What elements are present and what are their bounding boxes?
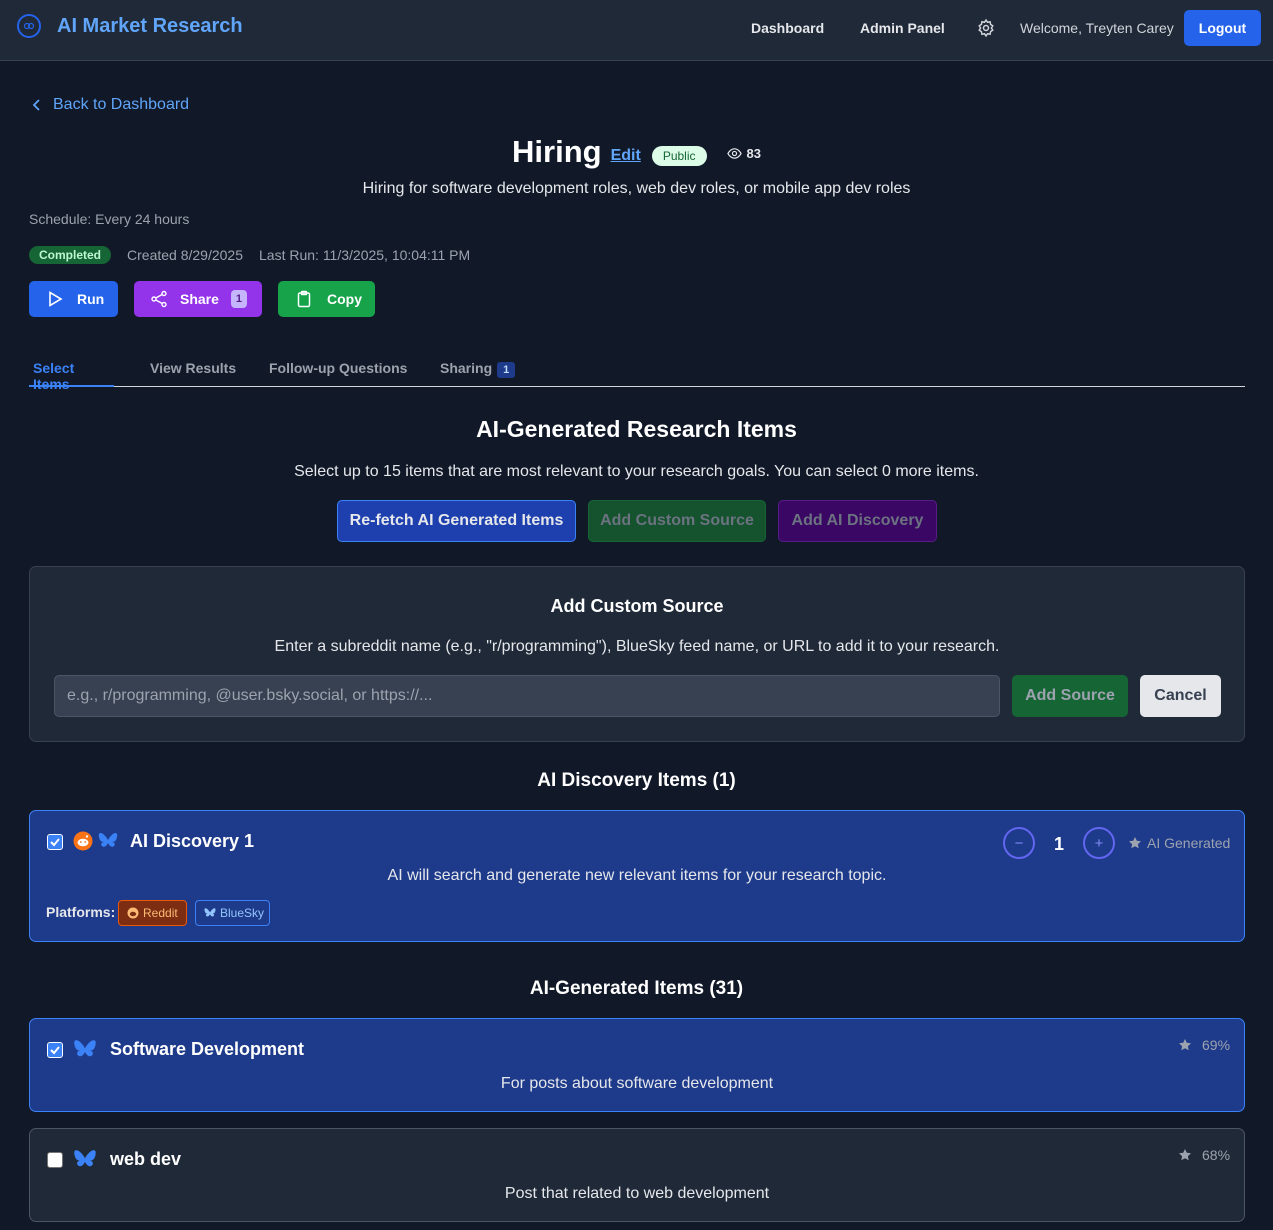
edit-link[interactable]: Edit — [611, 147, 641, 165]
brand[interactable]: AI Market Research — [17, 14, 243, 38]
ai-generated-label: AI Generated — [1147, 835, 1231, 851]
custom-source-title: Add Custom Source — [550, 596, 724, 616]
cancel-button[interactable]: Cancel — [1140, 675, 1221, 717]
share-button[interactable]: Share 1 — [134, 281, 262, 317]
created-date: Created 8/29/2025 — [127, 247, 243, 263]
item-checkbox[interactable] — [47, 1152, 63, 1168]
platform-tag-reddit-label: Reddit — [143, 906, 178, 920]
reddit-icon — [73, 831, 93, 851]
research-header: Hiring Edit Public 83 — [0, 134, 1273, 170]
tab-select-items[interactable]: Select Items — [29, 350, 114, 392]
discovery-card[interactable]: AI Discovery 1 − 1 + AI Generated AI wil… — [29, 810, 1245, 942]
research-item-card[interactable]: web dev 68% Post that related to web dev… — [29, 1128, 1245, 1222]
relevance-score-value: 69% — [1202, 1037, 1231, 1053]
back-link-label: Back to Dashboard — [53, 96, 190, 113]
relevance-score-value: 68% — [1202, 1147, 1231, 1163]
discovery-title: AI Discovery 1 — [130, 831, 255, 851]
add-ai-discovery-button[interactable]: Add AI Discovery — [778, 500, 937, 542]
bluesky-icon — [98, 833, 118, 847]
play-icon — [49, 291, 63, 307]
visibility-badge: Public — [651, 146, 707, 166]
source-input[interactable] — [54, 675, 1000, 717]
star-icon — [1179, 1039, 1191, 1051]
navbar: AI Market Research Dashboard Admin Panel… — [0, 0, 1273, 61]
item-title: web dev — [110, 1149, 182, 1169]
refetch-button[interactable]: Re-fetch AI Generated Items — [337, 500, 576, 542]
add-source-button[interactable]: Add Source — [1012, 675, 1128, 717]
platform-tag-bluesky[interactable]: BlueSky — [195, 900, 270, 926]
bluesky-icon — [204, 908, 216, 917]
run-label: Run — [77, 291, 105, 307]
gear-icon[interactable] — [976, 18, 996, 38]
generated-heading: AI-Generated Items (31) — [529, 978, 744, 999]
research-meta: Completed Created 8/29/2025 Last Run: 11… — [29, 246, 470, 264]
view-count-value: 83 — [746, 145, 761, 161]
discovery-heading: AI Discovery Items (1) — [537, 770, 736, 791]
welcome-text: Welcome, Treyten Carey — [1020, 20, 1174, 36]
platform-tag-bluesky-label: BlueSky — [220, 906, 265, 920]
clipboard-icon — [297, 290, 311, 308]
share-icon — [151, 290, 167, 308]
increment-button[interactable]: + — [1083, 827, 1115, 859]
reddit-icon — [127, 907, 139, 919]
section-title: AI-Generated Research Items — [476, 416, 797, 442]
share-count-badge: 1 — [230, 290, 247, 308]
item-description: For posts about software development — [500, 1075, 774, 1092]
copy-button[interactable]: Copy — [278, 281, 375, 317]
bluesky-icon — [74, 1150, 96, 1167]
discovery-description: AI will search and generate new relevant… — [387, 867, 887, 884]
item-title: Software Development — [110, 1039, 305, 1059]
ai-generated-tag: AI Generated — [1128, 835, 1230, 851]
platform-tag-reddit[interactable]: Reddit — [118, 900, 187, 926]
tab-view-results[interactable]: View Results — [150, 350, 236, 387]
custom-source-panel: Add Custom Source Enter a subreddit name… — [29, 566, 1245, 742]
platforms-label: Platforms: — [46, 904, 116, 920]
tab-follow-up-questions[interactable]: Follow-up Questions — [269, 350, 407, 387]
schedule-text: Schedule: Every 24 hours — [29, 211, 190, 227]
star-icon — [1179, 1149, 1191, 1161]
share-label: Share — [180, 291, 219, 307]
star-icon — [1129, 837, 1141, 849]
back-to-dashboard-link[interactable]: Back to Dashboard — [30, 96, 189, 114]
tab-bar: Select Items View Results Follow-up Ques… — [29, 350, 1245, 392]
tab-sharing-label: Sharing — [440, 360, 493, 376]
add-custom-source-button[interactable]: Add Custom Source — [588, 500, 766, 542]
relevance-score: 69% — [1178, 1037, 1230, 1053]
item-checkbox[interactable] — [47, 1042, 63, 1058]
page-title: Hiring — [512, 134, 602, 169]
nav-link-dashboard[interactable]: Dashboard — [751, 20, 824, 36]
view-count: 83 — [726, 145, 761, 161]
brain-logo-icon — [17, 14, 41, 38]
eye-icon — [726, 147, 742, 159]
research-description: Hiring for software development roles, w… — [362, 180, 911, 197]
chevron-left-icon — [32, 99, 40, 111]
decrement-button[interactable]: − — [1003, 827, 1035, 859]
section-subtitle: Select up to 15 items that are most rele… — [294, 463, 979, 480]
logout-button[interactable]: Logout — [1184, 10, 1261, 46]
brand-title: AI Market Research — [57, 14, 243, 37]
status-badge: Completed — [29, 246, 112, 264]
custom-source-description: Enter a subreddit name (e.g., "r/program… — [274, 638, 1000, 655]
item-description: Post that related to web development — [504, 1185, 770, 1202]
bluesky-icon — [74, 1040, 96, 1057]
research-item-card[interactable]: Software Development 69% For posts about… — [29, 1018, 1245, 1112]
tab-sharing[interactable]: Sharing 1 — [440, 350, 516, 387]
discovery-checkbox[interactable] — [47, 834, 63, 850]
tab-sharing-count: 1 — [497, 362, 516, 378]
relevance-score: 68% — [1178, 1147, 1230, 1163]
last-run: Last Run: 11/3/2025, 10:04:11 PM — [259, 247, 471, 263]
run-button[interactable]: Run — [29, 281, 118, 317]
copy-label: Copy — [327, 291, 362, 307]
discovery-count: 1 — [1054, 834, 1065, 854]
nav-link-admin-panel[interactable]: Admin Panel — [860, 20, 945, 36]
